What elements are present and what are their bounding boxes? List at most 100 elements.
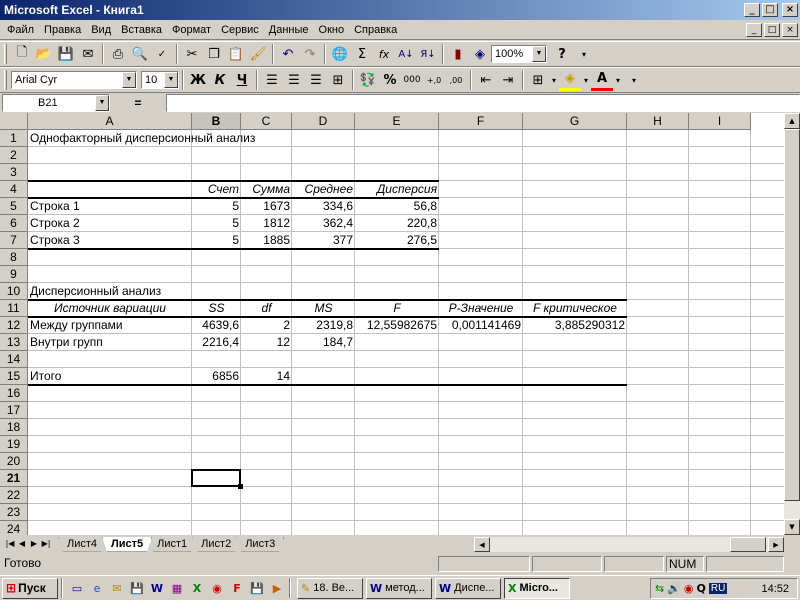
chart-wizard-icon[interactable]: ▮ <box>447 43 469 65</box>
cell-b7[interactable]: 5 <box>192 232 241 249</box>
app-icon[interactable]: ▦ <box>168 579 186 597</box>
cell-d7[interactable]: 377 <box>292 232 355 249</box>
chevron-down-icon[interactable]: ▼ <box>95 95 109 111</box>
drawing-icon[interactable]: ◈ <box>469 43 491 65</box>
format-painter-icon[interactable]: 🖌 <box>247 43 269 65</box>
align-left-icon[interactable]: ☰ <box>261 69 283 91</box>
zoom-select[interactable]: 100% ▼ <box>491 45 547 63</box>
save-icon[interactable]: 💾 <box>55 43 77 65</box>
cell-d13[interactable]: 184,7 <box>292 334 355 351</box>
percent-button[interactable]: % <box>379 69 401 91</box>
row-header-13[interactable]: 13 <box>0 334 28 351</box>
next-sheet-button[interactable]: ▶ <box>28 537 40 551</box>
copy-icon[interactable]: ❐ <box>203 43 225 65</box>
name-box[interactable]: B21 ▼ <box>2 94 110 112</box>
row-header-22[interactable]: 22 <box>0 487 28 504</box>
column-header-a[interactable]: A <box>28 113 192 130</box>
task-button-3[interactable]: W Диспе... <box>435 577 501 599</box>
row-header-10[interactable]: 10 <box>0 283 28 300</box>
sheet-tab-list1[interactable]: Лист1 <box>148 537 196 552</box>
cell-b5[interactable]: 5 <box>192 198 241 215</box>
doc-restore-button[interactable]: □ <box>764 22 780 37</box>
cell-b6[interactable]: 5 <box>192 215 241 232</box>
sort-descending-icon[interactable]: Я↓ <box>417 43 439 65</box>
chevron-down-icon[interactable]: ▼ <box>164 72 178 88</box>
hyperlink-icon[interactable]: 🌐 <box>329 43 351 65</box>
outlook-icon[interactable]: ✉ <box>108 579 126 597</box>
toolbar-grip[interactable] <box>4 70 7 90</box>
cell-g12[interactable]: 3,885290312 <box>523 317 627 334</box>
open-folder-icon[interactable]: 📂 <box>33 43 55 65</box>
new-document-icon[interactable]: 🗋 <box>11 43 33 65</box>
row-header-8[interactable]: 8 <box>0 249 28 266</box>
row-header-20[interactable]: 20 <box>0 453 28 470</box>
cell-c5[interactable]: 1673 <box>241 198 292 215</box>
close-button[interactable]: × <box>782 3 798 17</box>
chevron-down-icon[interactable]: ▼ <box>532 46 546 62</box>
select-all-corner[interactable] <box>0 113 28 130</box>
row-header-9[interactable]: 9 <box>0 266 28 283</box>
column-header-h[interactable]: H <box>627 113 689 130</box>
menu-help[interactable]: Справка <box>349 24 402 36</box>
menu-edit[interactable]: Правка <box>39 24 86 36</box>
increase-decimal-button[interactable]: +,0 <box>423 69 445 91</box>
column-header-e[interactable]: E <box>355 113 439 130</box>
cell-c7[interactable]: 1885 <box>241 232 292 249</box>
row-header-11[interactable]: 11 <box>0 300 28 317</box>
row-header-24[interactable]: 24 <box>0 521 28 535</box>
doc-minimize-button[interactable]: _ <box>746 22 762 37</box>
internet-explorer-icon[interactable]: e <box>88 579 106 597</box>
increase-indent-icon[interactable]: ⇥ <box>497 69 519 91</box>
print-preview-icon[interactable]: 🔍 <box>129 43 151 65</box>
cell-f11[interactable]: P-Значение <box>439 300 523 317</box>
column-header-b[interactable]: B <box>192 113 241 130</box>
chevron-down-icon[interactable]: ▾ <box>613 69 623 91</box>
doc-close-button[interactable]: × <box>782 22 798 37</box>
media-icon[interactable]: ◉ <box>208 579 226 597</box>
task-button-1[interactable]: ✎ 18. Ве... <box>297 577 363 599</box>
formula-input[interactable] <box>166 94 800 112</box>
prev-sheet-button[interactable]: ◀ <box>16 537 28 551</box>
decrease-indent-icon[interactable]: ⇤ <box>475 69 497 91</box>
quicktime-icon[interactable]: Q <box>697 582 706 595</box>
cell-e11[interactable]: F <box>355 300 439 317</box>
undo-icon[interactable]: ↶ <box>277 43 299 65</box>
cell-c6[interactable]: 1812 <box>241 215 292 232</box>
cell-b13[interactable]: 2216,4 <box>192 334 241 351</box>
row-header-19[interactable]: 19 <box>0 436 28 453</box>
borders-icon[interactable]: ⊞ <box>527 69 549 91</box>
equals-sign[interactable]: = <box>110 96 166 110</box>
language-indicator[interactable]: RU <box>708 583 728 594</box>
cell-b12[interactable]: 4639,6 <box>192 317 241 334</box>
frontpage-icon[interactable]: F <box>228 579 246 597</box>
cell-e4[interactable]: Дисперсия <box>355 181 439 198</box>
excel-icon[interactable]: X <box>188 579 206 597</box>
row-header-5[interactable]: 5 <box>0 198 28 215</box>
cell-e7[interactable]: 276,5 <box>355 232 439 249</box>
column-header-g[interactable]: G <box>523 113 627 130</box>
menu-view[interactable]: Вид <box>86 24 116 36</box>
cell-e12[interactable]: 12,55982675 <box>355 317 439 334</box>
cell-b15[interactable]: 6856 <box>192 368 241 385</box>
row-header-12[interactable]: 12 <box>0 317 28 334</box>
cell-a11[interactable]: Источник вариации <box>28 300 192 317</box>
merge-center-icon[interactable]: ⊞ <box>327 69 349 91</box>
last-sheet-button[interactable]: ▶| <box>40 537 52 551</box>
cell-a6[interactable]: Строка 2 <box>28 215 192 232</box>
fill-color-icon[interactable]: ◈ <box>559 69 581 91</box>
cell-c15[interactable]: 14 <box>241 368 292 385</box>
cell-d6[interactable]: 362,4 <box>292 215 355 232</box>
bold-button[interactable]: Ж <box>187 69 209 91</box>
sheet-tab-list2[interactable]: Лист2 <box>192 537 240 552</box>
scroll-down-icon[interactable]: ▼ <box>784 519 800 535</box>
row-header-6[interactable]: 6 <box>0 215 28 232</box>
sheet-tab-list5[interactable]: Лист5 <box>102 537 152 552</box>
cell-c11[interactable]: df <box>241 300 292 317</box>
row-header-15[interactable]: 15 <box>0 368 28 385</box>
cell-b11[interactable]: SS <box>192 300 241 317</box>
row-header-16[interactable]: 16 <box>0 385 28 402</box>
row-header-17[interactable]: 17 <box>0 402 28 419</box>
start-button[interactable]: ⊞ Пуск <box>2 577 58 599</box>
cell-f12[interactable]: 0,001141469 <box>439 317 523 334</box>
row-header-18[interactable]: 18 <box>0 419 28 436</box>
